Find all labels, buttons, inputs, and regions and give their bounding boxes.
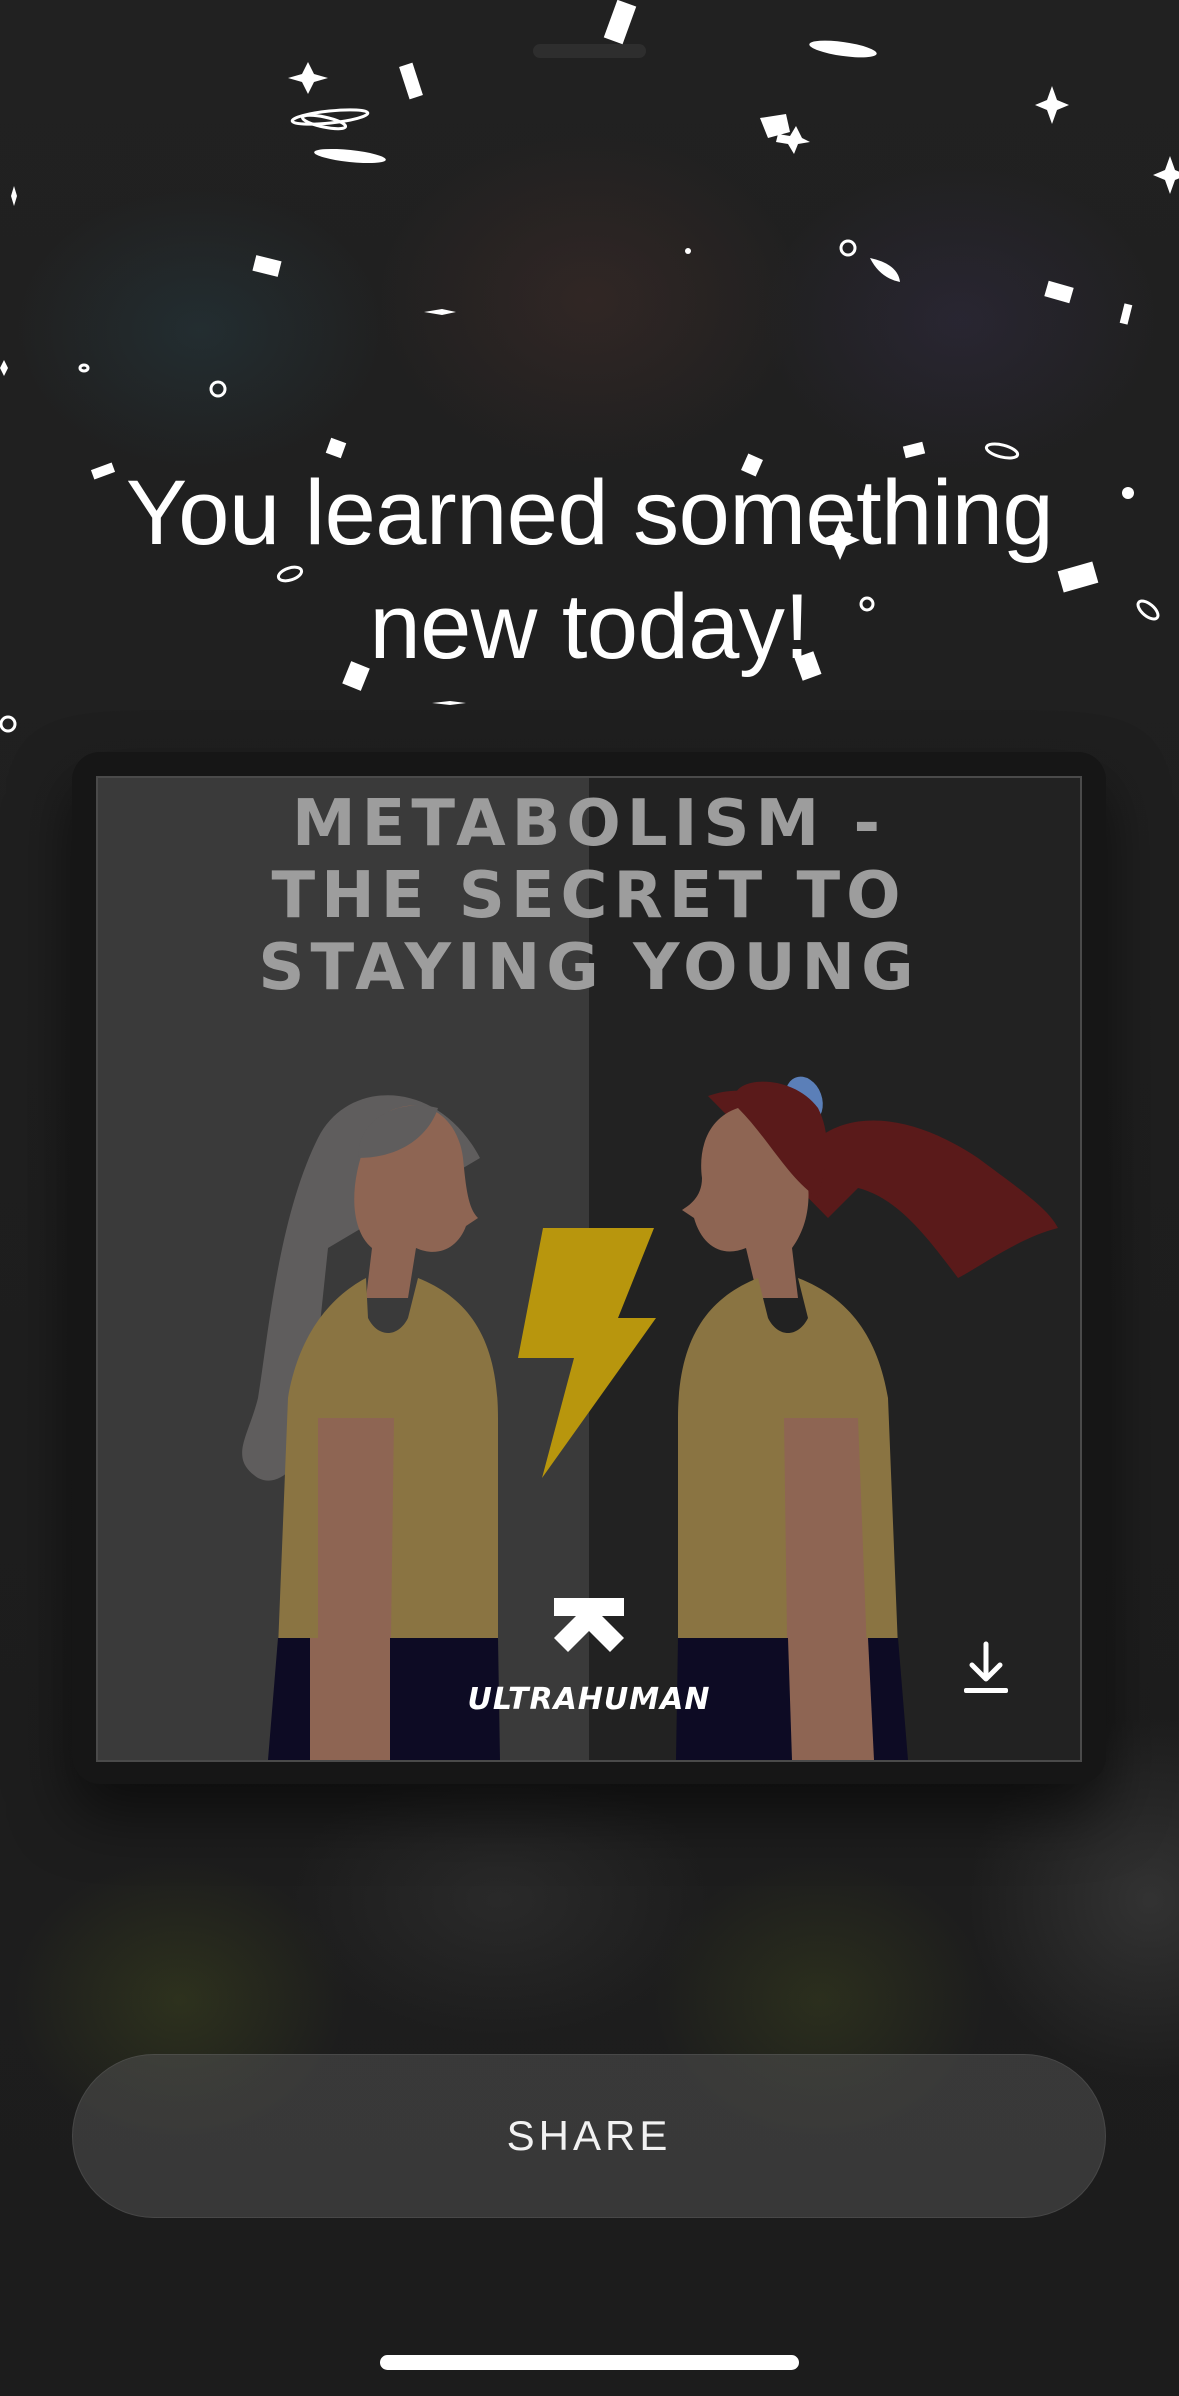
ultrahuman-logo-icon (98, 1598, 1080, 1657)
card-title-line-3: STAYING YOUNG (258, 931, 920, 1005)
card-title: METABOLISM - THE SECRET TO STAYING YOUNG (98, 788, 1080, 1004)
card-title-line-1: METABOLISM - (291, 787, 887, 861)
share-button[interactable]: SHARE (72, 2054, 1106, 2218)
congrats-headline: You learned something new today! (60, 456, 1119, 684)
home-indicator[interactable] (380, 2355, 799, 2370)
download-button[interactable] (956, 1638, 1016, 1698)
brand-name: ULTRAHUMAN (467, 1682, 711, 1717)
headline-line-1: You learned something (125, 462, 1054, 564)
card-title-line-2: THE SECRET TO (271, 859, 907, 933)
headline-line-2: new today! (369, 576, 810, 678)
download-icon (964, 1641, 1008, 1693)
sheet-grabber[interactable] (533, 44, 646, 58)
share-card-image: METABOLISM - THE SECRET TO STAYING YOUNG… (96, 776, 1082, 1762)
